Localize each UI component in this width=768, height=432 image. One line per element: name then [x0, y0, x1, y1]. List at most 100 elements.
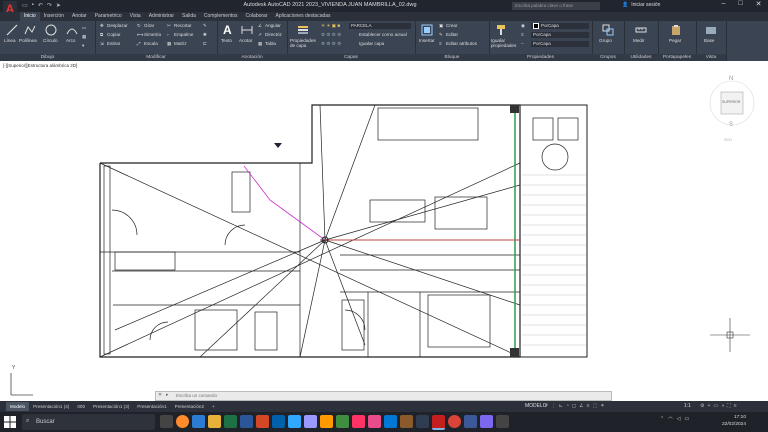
panel-title-grupos[interactable]: Grupos	[592, 54, 624, 61]
edit-block-button[interactable]: ✎ Editar	[439, 32, 458, 37]
layout-tab[interactable]: 000	[73, 402, 89, 411]
base-button[interactable]: Base	[704, 38, 714, 43]
wcs-menu[interactable]: SCU	[724, 138, 732, 142]
text-button[interactable]: Texto	[221, 38, 232, 43]
panel-title-modificar[interactable]: Modificar	[95, 54, 217, 61]
match-layer-button[interactable]: Igualar capa	[359, 41, 384, 46]
outlook-icon[interactable]	[272, 415, 285, 428]
edit-attributes-button[interactable]: ≡ Editar atributos	[439, 41, 477, 46]
layout-tab[interactable]: Presentación1 (4)	[29, 402, 73, 411]
isolate-icon[interactable]: ◑	[721, 403, 724, 409]
layout-tab[interactable]: Presentación1 (3)	[89, 402, 133, 411]
app-icon[interactable]	[480, 415, 493, 428]
app-icon[interactable]	[464, 415, 477, 428]
maximize-button[interactable]: □	[738, 0, 742, 12]
panel-title-dibujo[interactable]: Dibujo	[0, 54, 95, 61]
search-input[interactable]: Escriba palabra clave o frase	[512, 2, 600, 10]
tab-vista[interactable]: Vista	[126, 12, 145, 21]
trim-button[interactable]: ✂ Recortar	[167, 23, 192, 28]
photoshop-icon[interactable]	[288, 415, 301, 428]
tab-administrar[interactable]: Administrar	[145, 12, 178, 21]
file-explorer-icon[interactable]	[208, 415, 221, 428]
signin-link[interactable]: 👤 Iniciar sesión	[622, 2, 660, 8]
polyline-button[interactable]: Polilínea	[19, 38, 37, 43]
arc-button[interactable]: Arco	[66, 38, 75, 43]
viewcube-north[interactable]: N	[729, 76, 733, 82]
rectangle-icon[interactable]: ▭	[82, 25, 86, 31]
tab-insercion[interactable]: Inserción	[40, 12, 68, 21]
powerpoint-icon[interactable]	[256, 415, 269, 428]
lineweight-dropdown[interactable]: PorCapa	[531, 32, 589, 38]
move-button[interactable]: ✥ Desplazar	[100, 23, 128, 28]
indesign-icon[interactable]	[352, 415, 365, 428]
save-icon[interactable]: ▪	[32, 2, 34, 10]
layout-tab[interactable]: Presentación1	[133, 402, 170, 411]
copy-button[interactable]: ⧉ Copiar	[100, 32, 121, 37]
grid-icon[interactable]: #	[545, 403, 548, 409]
set-current-button[interactable]: Establecer como actual	[359, 32, 407, 37]
rotate-button[interactable]: ↻ Girar	[137, 23, 154, 28]
panel-title-utilidades[interactable]: Utilidades	[624, 54, 658, 61]
otrack-icon[interactable]: ∠	[579, 403, 583, 409]
layer-properties-button[interactable]: Propiedades de capa	[290, 38, 318, 48]
snap-icon[interactable]: ⋮	[551, 403, 556, 409]
panel-title-bloque[interactable]: Bloque	[415, 54, 489, 61]
viewcube-face[interactable]: SUPERIOR	[722, 100, 740, 104]
stretch-button[interactable]: ⇲ Estirar	[100, 41, 120, 46]
polar-icon[interactable]: ◔	[566, 403, 569, 409]
excel-icon[interactable]	[224, 415, 237, 428]
paste-button[interactable]: Pegar	[669, 38, 681, 43]
viewcube-south[interactable]: S	[729, 122, 733, 128]
erase-icon[interactable]: ✎	[203, 23, 207, 29]
explode-icon[interactable]: ✱	[203, 32, 207, 38]
linetype-dropdown[interactable]: PorCapa	[531, 41, 589, 47]
windows-start-icon[interactable]	[4, 416, 16, 428]
menu-icon[interactable]: ≡	[734, 403, 737, 409]
share-icon[interactable]: ➤	[56, 2, 61, 10]
firefox-icon[interactable]	[176, 415, 189, 428]
fullscreen-icon[interactable]: ⛶	[727, 403, 731, 409]
command-close-icon[interactable]: ✕	[158, 392, 162, 398]
app-icon[interactable]	[416, 415, 429, 428]
tab-inicio[interactable]: Inicio	[20, 12, 40, 21]
group-button[interactable]: Grupo	[599, 38, 612, 43]
app-icon[interactable]	[384, 415, 397, 428]
plus-icon[interactable]: +	[707, 403, 710, 409]
illustrator-icon[interactable]	[320, 415, 333, 428]
floor-plan-drawing[interactable]	[0, 61, 768, 401]
premiere-icon[interactable]	[304, 415, 317, 428]
panel-title-capas[interactable]: Capas	[287, 54, 415, 61]
angular-button[interactable]: ∠ Angular	[258, 23, 281, 28]
monitor-icon[interactable]: ▭	[713, 403, 718, 409]
osnap-icon[interactable]: ◻	[572, 403, 576, 409]
minimize-button[interactable]: –	[721, 0, 725, 12]
layout-tab-model[interactable]: Modelo	[6, 402, 30, 411]
ortho-icon[interactable]: ⊾	[559, 403, 563, 409]
leader-button[interactable]: ↗ Directriz	[258, 32, 282, 37]
redo-icon[interactable]: ↷	[47, 2, 52, 10]
app-icon[interactable]	[368, 415, 381, 428]
battery-icon[interactable]: ▭	[684, 416, 689, 422]
command-line[interactable]	[155, 391, 612, 401]
fillet-button[interactable]: ⌐ Empalme	[167, 32, 193, 37]
chrome-icon[interactable]	[448, 415, 461, 428]
status-model[interactable]: MODELO	[525, 403, 547, 409]
annotation-scale[interactable]: 1:1	[684, 403, 691, 409]
undo-icon[interactable]: ↶	[38, 2, 43, 10]
lineweight-toggle-icon[interactable]: ≡	[587, 403, 590, 409]
tab-parametrico[interactable]: Parametrico	[91, 12, 126, 21]
panel-title-propiedades[interactable]: Propiedades	[489, 54, 592, 61]
folder-icon[interactable]: ▭	[22, 2, 28, 10]
taskbar-search[interactable]: Buscar	[22, 414, 155, 430]
autocad-taskbar-icon[interactable]	[432, 415, 445, 430]
mirror-button[interactable]: ⟷Simetría	[137, 32, 161, 37]
command-input[interactable]: Escriba un comando	[176, 393, 217, 398]
close-button[interactable]: ✕	[756, 0, 762, 12]
app-icon[interactable]	[496, 415, 509, 428]
line-button[interactable]: Línea	[4, 38, 16, 43]
layer-tools-icons[interactable]: ⚙ ⚙ ⚙ ⚙	[321, 32, 341, 38]
layer-dropdown[interactable]: PARCELA	[349, 23, 411, 29]
taskview-icon[interactable]	[160, 415, 173, 428]
add-layout-button[interactable]: +	[208, 402, 219, 411]
edge-icon[interactable]	[192, 415, 205, 428]
